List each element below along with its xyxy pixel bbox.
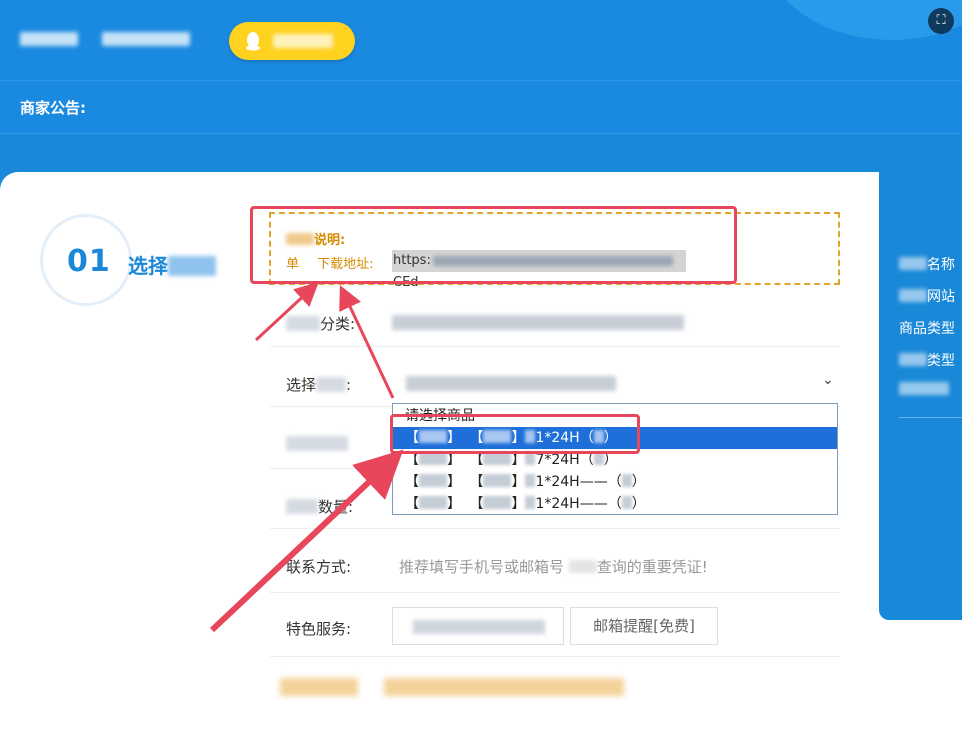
chevron-down-icon[interactable]: ⌄ [822, 372, 834, 388]
service-label: 特色服务: [286, 620, 352, 638]
qq-penguin-icon [246, 32, 260, 51]
contact-label: 联系方式: [286, 558, 352, 576]
service-option[interactable] [392, 607, 564, 645]
fullscreen-exit-icon[interactable]: ⛶ [928, 8, 954, 34]
product-select-label: 选择: [286, 376, 352, 394]
info-item-name: 名称 [899, 254, 955, 274]
info-divider [899, 417, 962, 418]
notice-bar: 商家公告: [0, 80, 962, 134]
shop-name [20, 31, 190, 47]
contact-input[interactable]: 推荐填写手机号或邮箱号 查询的重要凭证! [399, 556, 708, 577]
qq-button-label [273, 34, 333, 48]
info-item-product-type: 商品类型 [899, 321, 955, 337]
bottom-notice-part [280, 678, 358, 696]
annotation-box-description [250, 206, 737, 284]
step-number: 01 [67, 244, 111, 279]
bottom-notice-part [384, 678, 624, 696]
step-title: 选择 [128, 250, 216, 279]
annotation-box-selected-option [390, 414, 640, 454]
info-item-type: 类型 [899, 350, 955, 370]
dropdown-option[interactable]: 【】 【】 1*24H——（） [393, 493, 837, 515]
email-reminder-button[interactable]: 邮箱提醒[免费] [570, 607, 718, 645]
right-info-panel: 名称 网站 商品类型 类型 [879, 172, 962, 620]
dropdown-option[interactable]: 【】 【】 1*24H——（） [393, 471, 837, 493]
info-item-blurred [899, 382, 949, 398]
category-label: 分类: [286, 313, 355, 334]
info-item-site: 网站 [899, 286, 955, 306]
product-select-value[interactable] [406, 376, 616, 391]
price-label [286, 435, 348, 453]
step-title-text: 选择 [128, 254, 168, 278]
notice-label: 商家公告: [20, 99, 86, 117]
quantity-label: 数量: [286, 496, 353, 517]
qq-contact-button[interactable] [229, 22, 355, 60]
top-header: ⛶ [0, 0, 962, 80]
category-value[interactable] [392, 315, 684, 330]
